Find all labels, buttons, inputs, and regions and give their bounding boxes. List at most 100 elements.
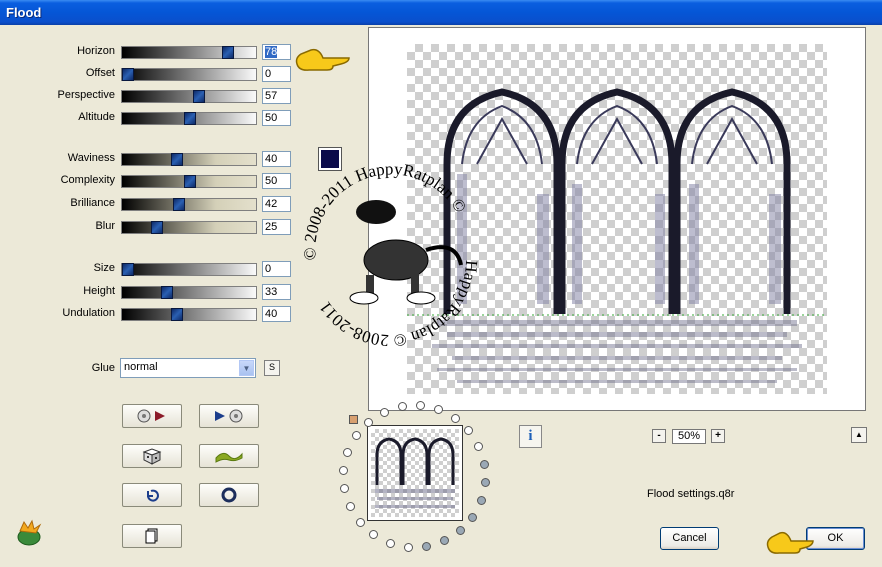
copy-button[interactable] [122, 524, 182, 548]
complexity-slider-thumb[interactable] [184, 175, 196, 188]
offset-value-field[interactable]: 0 [262, 66, 291, 82]
glue-select[interactable]: normal ▼ [120, 358, 256, 378]
brilliance-slider-thumb[interactable] [173, 198, 186, 211]
navigator-dot[interactable] [440, 536, 449, 546]
navigator-dot[interactable] [397, 402, 407, 412]
navigator-dot[interactable] [479, 459, 489, 469]
navigator-dot[interactable] [474, 441, 484, 451]
altitude-value-field[interactable]: 50 [262, 110, 291, 126]
waviness-value-field[interactable]: 40 [262, 151, 291, 167]
navigator-dot[interactable] [339, 465, 349, 475]
watermark: © 2008-2011 HappyRatplan © HappyRatplan … [296, 150, 486, 350]
undulation-slider-thumb[interactable] [170, 308, 183, 321]
horizon-slider-thumb[interactable] [221, 46, 234, 59]
waviness-label: Waviness [67, 152, 115, 164]
hand-pointer-icon [295, 48, 350, 71]
collapse-button[interactable]: ▲ [851, 427, 867, 443]
blur-slider-thumb[interactable] [150, 221, 163, 234]
info-button[interactable]: i [519, 425, 542, 448]
offset-slider[interactable] [121, 68, 257, 81]
glue-value: normal [124, 361, 158, 373]
navigator-dot[interactable] [343, 447, 353, 457]
zoom-in-button[interactable]: + [711, 429, 725, 443]
height-slider[interactable] [121, 286, 257, 299]
title-bar: Flood [0, 0, 882, 25]
offset-slider-thumb[interactable] [122, 68, 134, 81]
zoom-level: 50% [672, 429, 706, 444]
navigator-dot[interactable] [476, 496, 486, 506]
navigator-dot[interactable] [340, 484, 350, 494]
wave-button[interactable] [199, 444, 259, 468]
altitude-label: Altitude [78, 111, 115, 123]
undulation-value-field[interactable]: 40 [262, 306, 291, 322]
navigator-dot[interactable] [351, 431, 361, 441]
navigator-dot[interactable] [434, 405, 444, 415]
disc-save-icon [215, 409, 243, 423]
blur-label: Blur [95, 220, 115, 232]
dog-cartoon [349, 200, 463, 305]
window-title: Flood [6, 5, 42, 20]
navigator-dot[interactable] [422, 541, 432, 551]
navigator-dot[interactable] [455, 526, 465, 536]
altitude-slider-thumb[interactable] [184, 112, 196, 125]
complexity-label: Complexity [60, 174, 115, 186]
navigator-dot[interactable] [464, 426, 474, 436]
glue-s-button[interactable]: S [264, 360, 280, 376]
ring-icon [221, 487, 237, 503]
navigator-dot[interactable] [403, 542, 413, 552]
navigator-thumbnail[interactable] [367, 425, 463, 521]
cancel-button[interactable]: Cancel [660, 527, 719, 550]
zoom-out-button[interactable]: - [652, 429, 666, 443]
navigator-dot[interactable] [480, 478, 490, 488]
navigator-dot[interactable] [385, 538, 395, 548]
undulation-slider[interactable] [121, 308, 257, 321]
chevron-down-icon[interactable]: ▼ [239, 360, 254, 376]
load-preset-button[interactable] [122, 404, 182, 428]
size-label: Size [93, 262, 115, 274]
waviness-slider-thumb[interactable] [170, 153, 183, 166]
perspective-label: Perspective [57, 89, 115, 101]
height-slider-thumb[interactable] [161, 286, 174, 299]
horizon-slider[interactable] [121, 46, 257, 59]
navigator-dot[interactable] [345, 502, 355, 511]
thumbnail-canvas [371, 429, 459, 517]
blur-value-field[interactable]: 25 [262, 219, 291, 235]
document-icon [145, 528, 158, 544]
blur-slider[interactable] [121, 221, 257, 234]
save-preset-button[interactable] [199, 404, 259, 428]
size-slider-thumb[interactable] [122, 263, 134, 276]
perspective-slider-thumb[interactable] [193, 90, 206, 103]
complexity-value-field[interactable]: 50 [262, 173, 291, 189]
wave-icon [215, 452, 243, 463]
undulation-label: Undulation [62, 307, 115, 319]
settings-filename: Flood settings.q8r [647, 488, 735, 500]
brilliance-value-field[interactable]: 42 [262, 196, 291, 212]
perspective-value-field[interactable]: 57 [262, 88, 291, 104]
height-value-field[interactable]: 33 [262, 284, 291, 300]
navigator-dot[interactable] [364, 417, 374, 427]
navigator-origin-handle[interactable] [349, 415, 358, 424]
altitude-slider[interactable] [121, 112, 257, 125]
horizon-value-field[interactable]: 78 [262, 44, 291, 60]
brilliance-value: 42 [265, 198, 278, 210]
random-button[interactable] [122, 444, 182, 468]
perspective-slider[interactable] [121, 90, 257, 103]
waviness-slider[interactable] [121, 153, 257, 166]
navigator-dot[interactable] [450, 413, 460, 423]
navigator-dot[interactable] [369, 530, 379, 540]
altitude-value: 50 [265, 112, 278, 124]
size-value-field[interactable]: 0 [262, 261, 291, 277]
offset-label: Offset [85, 67, 115, 79]
size-slider[interactable] [121, 263, 257, 276]
complexity-slider[interactable] [121, 175, 257, 188]
horizon-value: 78 [265, 46, 278, 58]
reset-button[interactable] [199, 483, 259, 507]
brilliance-label: Brilliance [70, 197, 115, 209]
horizon-label: Horizon [77, 45, 115, 57]
size-value: 0 [265, 263, 272, 275]
navigator-dot[interactable] [468, 512, 478, 522]
navigator-dot[interactable] [355, 517, 365, 527]
navigator-dot[interactable] [379, 407, 389, 417]
undo-button[interactable] [122, 483, 182, 507]
brilliance-slider[interactable] [121, 198, 257, 211]
